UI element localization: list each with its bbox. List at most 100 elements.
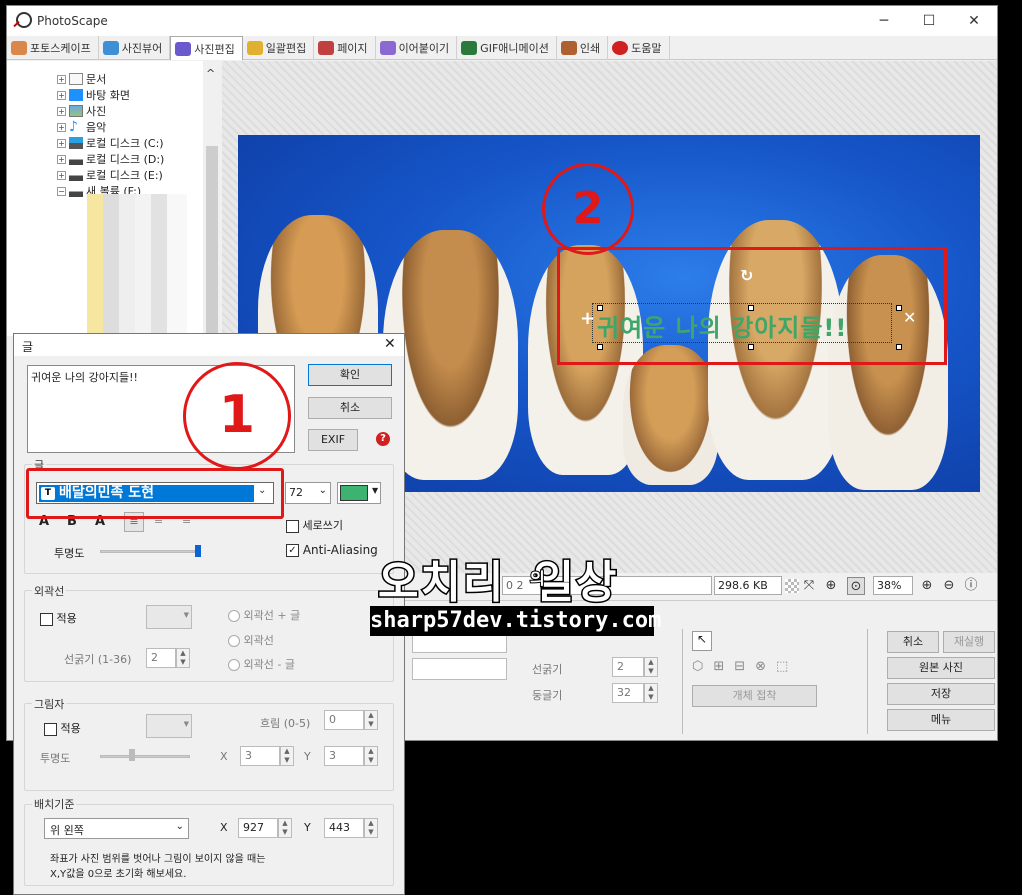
transparency-icon[interactable]	[785, 579, 799, 593]
collapse-icon[interactable]: −	[57, 186, 66, 196]
tree-item-drive-c[interactable]: + 로컬 디스크 (C:)	[57, 135, 164, 151]
tree-item-documents[interactable]: + 문서	[57, 71, 106, 87]
tab-batch[interactable]: 일괄편집	[243, 36, 315, 60]
antialias-checkbox[interactable]: ✓	[286, 544, 299, 557]
ok-button[interactable]: 확인	[308, 364, 392, 386]
object-tool-icons[interactable]: ⬡⊞⊟⊗⬚	[692, 659, 798, 674]
resize-handle[interactable]	[748, 344, 754, 350]
round-spinner[interactable]: ▲ ▼	[644, 683, 658, 703]
pointer-tool-icon[interactable]: ↖	[692, 631, 712, 651]
help-icon[interactable]: ?	[376, 432, 390, 446]
resize-handle[interactable]	[597, 305, 603, 311]
resize-handle[interactable]	[896, 344, 902, 350]
scroll-up-icon[interactable]: ^	[206, 67, 215, 80]
delete-object-icon[interactable]: ✕	[903, 308, 916, 327]
shadow-color-picker[interactable]: ▼	[146, 714, 192, 738]
fit-screen-icon[interactable]: ⤧	[800, 577, 818, 595]
round-input[interactable]: 32	[612, 683, 644, 703]
info-icon[interactable]: ⓘ	[962, 577, 980, 595]
opacity-slider-thumb[interactable]	[195, 545, 201, 557]
tree-item-drive-d[interactable]: + 로컬 디스크 (D:)	[57, 151, 164, 167]
shadow-opacity-track[interactable]	[100, 755, 190, 758]
cancel-button[interactable]: 취소	[308, 397, 392, 419]
tab-gif[interactable]: GIF애니메이션	[457, 36, 557, 60]
expand-icon[interactable]: +	[57, 74, 66, 84]
shadow-apply-option[interactable]: 적용	[44, 720, 81, 736]
tab-print[interactable]: 인쇄	[557, 36, 609, 60]
save-button[interactable]: 저장	[887, 683, 995, 705]
redo-button[interactable]: 재실행	[943, 631, 995, 653]
object-attach-button[interactable]: 개체 접착	[692, 685, 817, 707]
outline-radio[interactable]	[228, 635, 240, 647]
outline-width-spinner[interactable]: ▲ ▼	[176, 648, 190, 668]
shadow-x-input[interactable]: 3	[240, 746, 280, 766]
original-photo-button[interactable]: 원본 사진	[887, 657, 995, 679]
outline-apply-option[interactable]: 적용	[40, 610, 77, 626]
undo-button[interactable]: 취소	[887, 631, 939, 653]
zoom-out-icon[interactable]: ⊖	[940, 577, 958, 595]
outline-width-input[interactable]: 2	[146, 648, 176, 668]
shadow-opacity-label: 투명도	[40, 752, 71, 765]
fill-style-combo[interactable]	[412, 658, 507, 680]
outline-option-both[interactable]: 외곽선 + 글	[228, 607, 300, 623]
resize-handle[interactable]	[748, 305, 754, 311]
vertical-checkbox[interactable]	[286, 519, 299, 533]
tab-combine[interactable]: 이어붙이기	[376, 36, 458, 60]
close-button[interactable]: ✕	[959, 12, 989, 30]
maximize-button[interactable]: ☐	[914, 12, 944, 30]
y-input[interactable]: 443	[324, 818, 364, 838]
rotate-icon[interactable]: ↻	[740, 266, 753, 285]
tree-item-pictures[interactable]: + 사진	[57, 103, 106, 119]
shadow-y-input[interactable]: 3	[324, 746, 364, 766]
tab-photoscape[interactable]: 포토스케이프	[7, 36, 99, 60]
outline-radio[interactable]	[228, 610, 240, 622]
shadow-blur-input[interactable]: 0	[324, 710, 364, 730]
line-width-spinner[interactable]: ▲ ▼	[644, 657, 658, 677]
anchor-combo[interactable]: 위 왼쪽 ⌄	[44, 818, 189, 839]
outline-option-only[interactable]: 외곽선	[228, 632, 274, 648]
move-icon[interactable]: +	[580, 308, 595, 329]
expand-icon[interactable]: +	[57, 170, 66, 180]
tab-help[interactable]: 도움말	[608, 36, 670, 60]
dialog-title: 글	[14, 334, 404, 356]
x-spinner[interactable]: ▲ ▼	[278, 818, 292, 838]
zoom-fit-icon[interactable]: ⊙	[847, 577, 865, 595]
menu-button[interactable]: 메뉴	[887, 709, 995, 731]
x-input[interactable]: 927	[238, 818, 278, 838]
vertical-text-option[interactable]: 세로쓰기	[286, 517, 343, 533]
zoom-in-icon[interactable]: ⊕	[918, 577, 936, 595]
shadow-x-spinner[interactable]: ▲ ▼	[280, 746, 294, 766]
expand-icon[interactable]: +	[57, 106, 66, 116]
outline-option-minus[interactable]: 외곽선 - 글	[228, 656, 295, 672]
outline-apply-checkbox[interactable]	[40, 612, 53, 626]
expand-icon[interactable]: +	[57, 138, 66, 148]
font-size-combo[interactable]: 72 ⌄	[285, 482, 331, 504]
tab-editor[interactable]: 사진편집	[170, 36, 243, 60]
zoom-field[interactable]: 38%	[873, 576, 913, 595]
outline-radio[interactable]	[228, 659, 240, 671]
shadow-opacity-thumb[interactable]	[129, 749, 135, 761]
shadow-y-spinner[interactable]: ▲ ▼	[364, 746, 378, 766]
y-spinner[interactable]: ▲ ▼	[364, 818, 378, 838]
expand-icon[interactable]: +	[57, 122, 66, 132]
tree-scroll-thumb[interactable]	[206, 146, 218, 336]
exif-button[interactable]: EXIF	[308, 429, 358, 451]
antialias-option[interactable]: ✓ Anti-Aliasing	[286, 543, 378, 557]
dialog-close-icon[interactable]: ✕	[384, 336, 396, 352]
expand-icon[interactable]: +	[57, 154, 66, 164]
tree-item-desktop[interactable]: + 바탕 화면	[57, 87, 130, 103]
tree-item-drive-e[interactable]: + 로컬 디스크 (E:)	[57, 167, 163, 183]
outline-color-picker[interactable]: ▼	[146, 605, 192, 629]
resize-handle[interactable]	[896, 305, 902, 311]
tab-viewer[interactable]: 사진뷰어	[99, 36, 171, 60]
expand-icon[interactable]: +	[57, 90, 66, 100]
minimize-button[interactable]: ─	[869, 12, 899, 30]
zoom-actual-icon[interactable]: ⊕	[822, 577, 840, 595]
opacity-slider-track[interactable]	[100, 550, 195, 553]
tree-item-music[interactable]: + ♪ 음악	[57, 119, 106, 135]
line-width-input[interactable]: 2	[612, 657, 644, 677]
tab-page[interactable]: 페이지	[314, 36, 376, 60]
resize-handle[interactable]	[597, 344, 603, 350]
shadow-apply-checkbox[interactable]	[44, 722, 57, 736]
shadow-blur-spinner[interactable]: ▲ ▼	[364, 710, 378, 730]
